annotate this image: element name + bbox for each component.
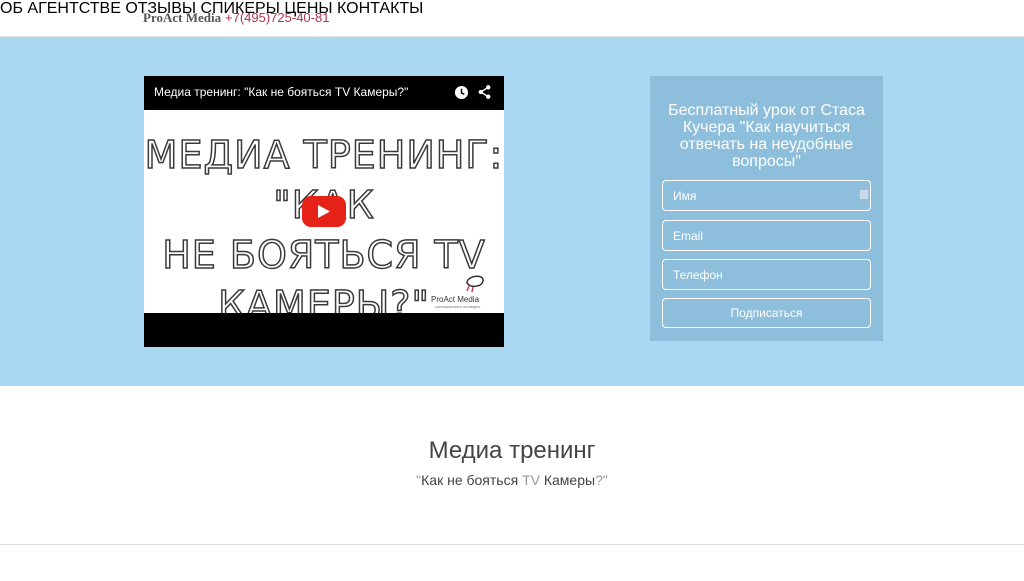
name-field[interactable] [662,180,871,211]
section-subtitle: "Как не бояться TV Камеры?" [416,472,608,488]
phone-link[interactable]: +7(495)725-40-81 [225,10,329,25]
form-title: Бесплатный урок от Стаса Кучера "Как нау… [668,102,865,170]
autofill-icon[interactable] [860,190,868,199]
video-logo-subtext: communication strategies [435,304,481,309]
video-title-bar: Медиа тренинг: "Как не бояться TV Камеры… [144,76,504,110]
nav-item-about[interactable]: ОБ АГЕНТСТВЕ [0,0,121,17]
site-header: ProAct Media +7(495)725-40-81 ОБ АГЕНТСТ… [0,0,1024,37]
section-title: Медиа тренинг [428,437,596,464]
email-field[interactable] [662,220,871,251]
play-button[interactable] [302,196,346,227]
video-title[interactable]: Медиа тренинг: "Как не бояться TV Камеры… [154,85,408,99]
section-divider [0,544,1024,545]
video-logo-text: ProAct Media [431,295,480,304]
share-icon[interactable] [477,84,492,100]
watch-later-icon[interactable] [454,85,469,100]
subscribe-form: Бесплатный урок от Стаса Кучера "Как нау… [650,76,883,341]
subscribe-button[interactable]: Подписаться [662,298,871,328]
video-letterbox [144,313,504,347]
brand-logo[interactable]: ProAct Media [143,10,221,26]
video-player[interactable]: Медиа тренинг: "Как не бояться TV Камеры… [144,76,504,347]
nav-item-contacts[interactable]: КОНТАКТЫ [337,0,423,17]
play-icon [318,205,330,218]
phone-field[interactable] [662,259,871,290]
